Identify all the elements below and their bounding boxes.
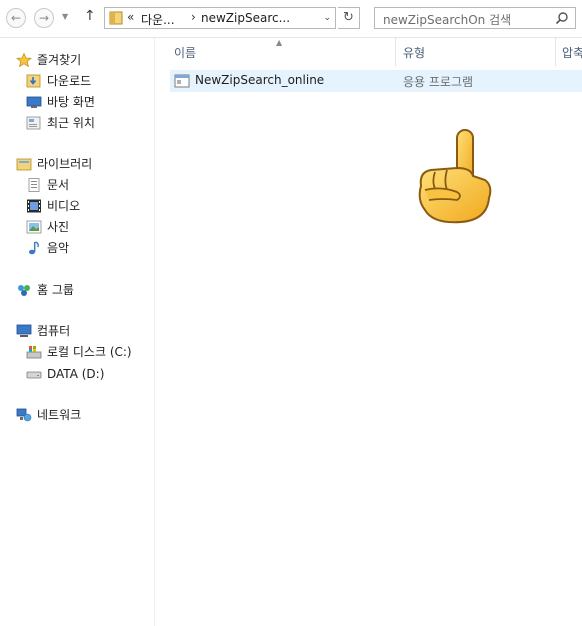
search-box[interactable]: newZipSearchOn 검색 — [374, 7, 576, 29]
system-drive-icon — [26, 346, 42, 359]
application-icon — [174, 74, 190, 88]
nav-computer[interactable]: 컴퓨터 — [16, 321, 154, 341]
nav-favorites[interactable]: 즐겨찾기 — [16, 50, 154, 70]
network-icon — [16, 408, 32, 422]
address-dropdown-icon[interactable]: ⌄ — [323, 13, 331, 23]
breadcrumb-overflow[interactable]: « — [127, 10, 134, 24]
star-icon — [16, 53, 32, 67]
column-divider[interactable] — [395, 38, 396, 66]
refresh-button[interactable]: ↻ — [338, 7, 360, 29]
nav-recent-places[interactable]: 최근 위치 — [26, 113, 154, 133]
homegroup-icon — [18, 285, 30, 296]
nav-music[interactable]: 음악 — [26, 238, 154, 258]
file-type: 응용 프로그램 — [403, 75, 474, 89]
file-name: NewZipSearch_online — [195, 73, 325, 87]
nav-libraries[interactable]: 라이브러리 — [16, 154, 154, 174]
file-list-pane: ▲ 이름 유형 압축 NewZipSearch_online 응용 프로그램 — [155, 38, 582, 626]
nav-data-d[interactable]: DATA (D:) — [26, 364, 154, 384]
column-compressed[interactable]: 압축 — [562, 44, 582, 61]
address-bar[interactable]: « 다운... › newZipSearc... ⌄ — [104, 7, 336, 29]
navigation-pane: 즐겨찾기 다운로드 바탕 화면 최근 위치 라이브러리 문서 비디오 사진 음악… — [0, 38, 155, 626]
nav-local-disk-c[interactable]: 로컬 디스크 (C:) — [26, 342, 154, 362]
pictures-icon — [26, 220, 42, 234]
column-name[interactable]: 이름 — [174, 44, 196, 61]
recent-locations-dropdown[interactable]: ▼ — [62, 12, 68, 21]
folder-icon — [109, 11, 123, 25]
search-icon[interactable] — [555, 11, 569, 25]
nav-network[interactable]: 네트워크 — [16, 405, 154, 425]
downloads-folder-icon — [26, 74, 41, 88]
desktop-icon — [26, 96, 42, 108]
file-row[interactable]: NewZipSearch_online 응용 프로그램 — [170, 70, 582, 92]
nav-documents[interactable]: 문서 — [26, 175, 154, 195]
breadcrumb-item[interactable]: 다운... — [141, 11, 175, 28]
nav-pictures[interactable]: 사진 — [26, 217, 154, 237]
forward-arrow-icon: → — [38, 11, 50, 25]
library-icon — [16, 158, 32, 171]
search-placeholder: newZipSearchOn 검색 — [383, 13, 512, 27]
address-toolbar: ← → ▼ ↑ « 다운... › newZipSearc... ⌄ ↻ new… — [0, 0, 582, 38]
forward-button[interactable]: → — [34, 8, 54, 28]
column-type[interactable]: 유형 — [403, 44, 425, 61]
nav-homegroup[interactable]: 홈 그룹 — [16, 280, 154, 300]
music-icon — [29, 241, 39, 255]
up-button[interactable]: ↑ — [84, 8, 96, 24]
nav-downloads[interactable]: 다운로드 — [26, 71, 154, 91]
column-divider[interactable] — [555, 38, 556, 66]
column-header-row: ▲ 이름 유형 압축 — [155, 38, 582, 66]
nav-desktop[interactable]: 바탕 화면 — [26, 92, 154, 112]
recent-places-icon — [26, 116, 41, 130]
pointing-hand-icon — [418, 129, 492, 224]
videos-icon — [27, 199, 41, 213]
breadcrumb-separator[interactable]: › — [191, 10, 196, 24]
breadcrumb-item[interactable]: newZipSearc... — [201, 11, 290, 25]
drive-icon — [26, 371, 42, 379]
back-arrow-icon: ← — [10, 11, 22, 25]
nav-videos[interactable]: 비디오 — [26, 196, 154, 216]
back-button[interactable]: ← — [6, 8, 26, 28]
computer-icon — [16, 324, 32, 337]
sort-ascending-icon: ▲ — [276, 38, 283, 47]
documents-icon — [28, 178, 40, 192]
